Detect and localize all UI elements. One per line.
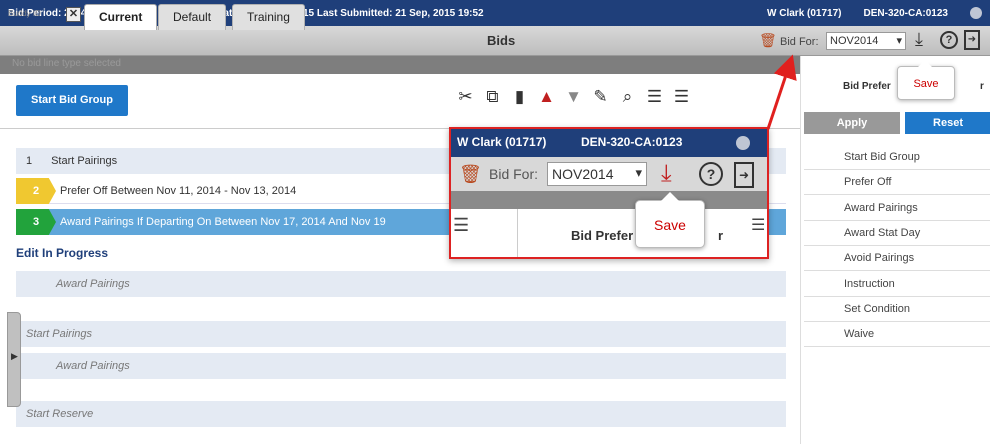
page-title: Bids xyxy=(487,33,516,48)
exit-icon[interactable]: ➜ xyxy=(734,162,754,188)
bid-for-select[interactable]: NOV2014 xyxy=(826,32,906,50)
row-text: Start Pairings xyxy=(51,155,118,167)
chevron-right-icon: ▶ xyxy=(11,351,18,361)
menu-icon[interactable]: ☰ xyxy=(453,215,469,236)
row-number-badge: 3 xyxy=(16,209,56,235)
status-dot-icon xyxy=(736,136,750,150)
award-pairings-row-2[interactable]: Award Pairings xyxy=(16,353,786,379)
zoom-bid-for-select[interactable]: NOV2014 xyxy=(547,162,647,186)
edit-icon[interactable]: ✎ xyxy=(587,86,614,108)
pref-item-start-bid-group[interactable]: Start Bid Group xyxy=(804,145,990,170)
start-pairings-row[interactable]: Start Pairings xyxy=(16,321,786,347)
help-icon[interactable]: ? xyxy=(699,162,723,186)
panel-header-left: Bid Prefer xyxy=(843,81,891,92)
pref-item-award-stat-day[interactable]: Award Stat Day xyxy=(804,221,990,246)
user-name: W Clark (01717) xyxy=(767,7,842,19)
row-number: 1 xyxy=(26,155,33,167)
panel-toggle-handle[interactable]: ▶ xyxy=(7,312,21,407)
preview-icon[interactable]: ⌕ xyxy=(614,86,641,108)
trash-icon[interactable]: 🗑 xyxy=(759,32,777,49)
row-number-badge: 2 xyxy=(16,178,56,204)
zoom-crew-code: DEN-320-CA:0123 xyxy=(581,135,683,149)
pref-item-instruction[interactable]: Instruction xyxy=(804,272,990,297)
pref-item-prefer-off[interactable]: Prefer Off xyxy=(804,170,990,195)
start-reserve-row[interactable]: Start Reserve xyxy=(16,401,786,427)
edit-toolbar: ✂ ⧉ ▮ ▲ ▼ ✎ ⌕ ☰ ☰ xyxy=(452,86,695,108)
pref-item-avoid-pairings[interactable]: Avoid Pairings xyxy=(804,246,990,271)
buddy-id-label: Buddy ID xyxy=(8,9,41,18)
zoom-bid-preferences-header: Bid Prefer r xyxy=(571,228,723,243)
zoom-save-tooltip: Save xyxy=(635,192,705,248)
pref-item-award-pairings[interactable]: Award Pairings xyxy=(804,196,990,221)
edit-in-progress-label: Edit In Progress xyxy=(16,246,109,260)
award-pairings-row[interactable]: Award Pairings xyxy=(16,271,786,297)
tab-default[interactable]: Default xyxy=(158,4,227,30)
cut-icon[interactable]: ✂ xyxy=(452,86,479,108)
move-up-icon[interactable]: ▲ xyxy=(533,86,560,108)
zoom-header: W Clark (01717) DEN-320-CA:0123 xyxy=(451,129,767,157)
bid-for-label: Bid For: xyxy=(780,36,819,48)
zoom-bid-for-label: Bid For: xyxy=(489,166,539,182)
reset-button[interactable]: Reset xyxy=(905,112,990,134)
exit-icon[interactable]: ➜ xyxy=(964,30,980,50)
zoom-bid-pref-left: Bid Prefer xyxy=(571,228,634,243)
divider xyxy=(517,209,518,257)
no-bid-line-message: No bid line type selected xyxy=(12,58,121,69)
row-text: Award Pairings If Departing On Between N… xyxy=(60,216,386,228)
download-icon[interactable]: ⤓ xyxy=(915,29,923,50)
outdent-icon[interactable]: ☰ xyxy=(668,86,695,108)
crew-code: DEN-320-CA:0123 xyxy=(863,7,948,19)
help-icon[interactable]: ? xyxy=(940,31,958,49)
save-tooltip: Save xyxy=(897,60,955,100)
row-text: Prefer Off Between Nov 11, 2014 - Nov 13… xyxy=(60,185,297,197)
zoom-bid-pref-right: r xyxy=(718,228,724,243)
zoom-gray-band xyxy=(451,191,767,209)
zoom-user-name: W Clark (01717) xyxy=(457,135,547,149)
start-bid-group-button[interactable]: Start Bid Group xyxy=(16,85,128,116)
close-icon[interactable]: ✕ xyxy=(66,7,81,22)
delete-icon[interactable]: ▮ xyxy=(506,86,533,108)
move-down-icon[interactable]: ▼ xyxy=(560,86,587,108)
menu-icon[interactable]: ☰ xyxy=(751,215,765,235)
pref-item-set-condition[interactable]: Set Condition xyxy=(804,297,990,322)
download-icon[interactable]: ⤓ xyxy=(661,160,672,188)
bids-screen: Bid Period: 2014-11-01 To 2014-11-30 Con… xyxy=(0,0,990,444)
zoom-callout: W Clark (01717) DEN-320-CA:0123 🗑 Bid Fo… xyxy=(449,127,769,259)
tab-current[interactable]: Current xyxy=(84,4,158,30)
bid-preferences-panel: Bid Prefer r Apply Reset Start Bid Group… xyxy=(800,56,990,444)
pref-item-waive[interactable]: Waive xyxy=(804,322,990,347)
status-dot-icon xyxy=(970,7,982,19)
panel-header-right: r xyxy=(980,81,984,92)
panel-header: Bid Prefer r xyxy=(843,81,984,92)
indent-icon[interactable]: ☰ xyxy=(641,86,668,108)
apply-button[interactable]: Apply xyxy=(804,112,900,134)
trash-icon[interactable]: 🗑 xyxy=(459,164,482,185)
tab-training[interactable]: Training xyxy=(232,4,305,30)
copy-icon[interactable]: ⧉ xyxy=(479,86,506,108)
